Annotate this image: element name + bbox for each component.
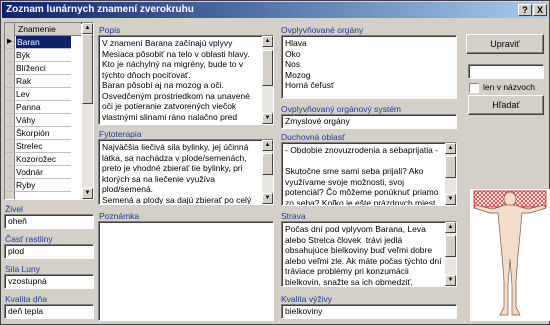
strava-scrollbar[interactable]: ▲ ▼ <box>445 222 456 286</box>
help-button[interactable]: ? <box>518 4 532 16</box>
search-input[interactable] <box>468 64 544 79</box>
scroll-thumb[interactable] <box>262 153 273 175</box>
kvalita-dna-label: Kvalita dňa <box>5 294 48 304</box>
scroll-thumb[interactable] <box>262 50 273 86</box>
popis-scrollbar[interactable]: ▲ ▼ <box>262 36 273 124</box>
popis-memo[interactable]: V znamení Barana začínajú vplyvy Mesiaca… <box>98 35 274 125</box>
strava-memo[interactable]: Počas dní pod vplyvom Barana, Leva alebo… <box>281 221 457 287</box>
grid-cell-znamenie: Blíženci <box>16 63 46 73</box>
title-bar: Zoznam lunárnych znamení zverokruhu ? X <box>2 2 548 18</box>
grid-row-3[interactable]: Rak <box>5 75 71 88</box>
duchovna-label: Duchovná oblasť <box>281 132 346 142</box>
grid-row-5[interactable]: Panna <box>5 101 71 114</box>
zivel-field[interactable]: oheň <box>4 214 94 229</box>
scroll-up-icon[interactable]: ▲ <box>262 140 273 151</box>
grid-cell-znamenie: Ryby <box>16 180 36 190</box>
grid-cell-znamenie: Rak <box>16 76 32 86</box>
duchovna-scrollbar[interactable]: ▲ ▼ <box>445 143 456 205</box>
scroll-down-icon[interactable]: ▼ <box>445 275 456 286</box>
grid-row-10[interactable]: Vodnár <box>5 166 71 179</box>
grid-cell-znamenie: Škorpión <box>16 128 50 138</box>
sila-luny-field[interactable]: vzostupná <box>4 274 94 289</box>
scroll-thumb[interactable] <box>445 156 456 178</box>
body-figure-panel <box>470 189 550 321</box>
grid-cell-znamenie: Kozorožec <box>16 154 57 164</box>
grid-cell-znamenie: Lev <box>16 89 30 99</box>
scroll-down-icon[interactable]: ▼ <box>262 193 273 204</box>
len-v-nazvoch-label[interactable]: len v názvoch <box>483 82 535 92</box>
grid-row-11[interactable]: Ryby <box>5 179 71 192</box>
grid-row-6[interactable]: Váhy <box>5 114 71 127</box>
scroll-up-icon[interactable]: ▲ <box>82 23 93 34</box>
system-field[interactable]: Zmyslové orgány <box>281 114 457 129</box>
window-title: Zoznam lunárnych znamení zverokruhu <box>6 4 194 15</box>
cast-rastliny-field[interactable]: plod <box>4 244 94 259</box>
popis-label: Popis <box>99 25 121 35</box>
fytoterapia-label: Fytoterapia <box>99 129 142 139</box>
poznamka-label: Poznámka <box>99 211 140 221</box>
strava-text: Počas dní pod vplyvom Barana, Leva alebo… <box>285 224 442 287</box>
organy-text: Hlava Oko Nos Mozog Horná čeľusť <box>285 38 335 90</box>
grid-row-0[interactable]: ▶ Baran <box>5 36 71 49</box>
scroll-up-icon[interactable]: ▲ <box>445 222 456 233</box>
grid-cell-znamenie: Baran <box>16 36 71 48</box>
organy-memo[interactable]: Hlava Oko Nos Mozog Horná čeľusť <box>281 35 457 99</box>
grid-cell-znamenie: Panna <box>16 102 41 112</box>
grid-row-1[interactable]: Býk <box>5 49 71 62</box>
kvalita-vyzivy-label: Kvalita výživy <box>281 294 333 304</box>
poznamka-text <box>99 222 273 226</box>
close-button[interactable]: X <box>533 4 547 16</box>
hladat-button[interactable]: Hľadať <box>468 95 544 115</box>
strava-label: Strava <box>281 211 306 221</box>
scroll-up-icon[interactable]: ▲ <box>262 36 273 47</box>
grid-cell-znamenie: Býk <box>16 50 31 60</box>
poznamka-memo[interactable] <box>98 221 274 321</box>
grid-scrollbar[interactable]: ▲ ▼ <box>82 23 93 199</box>
row-pointer-icon: ▶ <box>7 38 13 45</box>
fytoterapia-scrollbar[interactable]: ▲ ▼ <box>262 140 273 204</box>
grid-cell-znamenie: Váhy <box>16 115 36 125</box>
organy-label: Ovplyvňované orgány <box>281 25 364 35</box>
human-body-icon <box>473 190 547 316</box>
grid-row-4[interactable]: Lev <box>5 88 71 101</box>
grid-row-2[interactable]: Blíženci <box>5 62 71 75</box>
grid-cell-znamenie: Strelec <box>16 141 43 151</box>
grid-cell-znamenie: Vodnár <box>16 167 43 177</box>
scroll-down-icon[interactable]: ▼ <box>82 188 93 199</box>
zodiac-grid[interactable]: Znamenie ▶ Baran Býk Blíženci Rak Lev Panna Váh… <box>4 22 94 200</box>
duchovna-text: - Obdobie znovuzrodenia a sebaprijatia -… <box>285 145 439 206</box>
grid-row-9[interactable]: Kozorožec <box>5 153 71 166</box>
scroll-up-icon[interactable]: ▲ <box>445 143 456 154</box>
system-label: Ovplyvňovaný orgánový systém <box>281 104 401 114</box>
scroll-thumb[interactable] <box>82 34 93 104</box>
grid-header[interactable]: Znamenie <box>15 23 81 36</box>
duchovna-memo[interactable]: - Obdobie znovuzrodenia a sebaprijatia -… <box>281 142 457 206</box>
kvalita-dna-field[interactable]: deň tepla <box>4 304 94 319</box>
popis-text: V znamení Barana začínajú vplyvy Mesiaca… <box>102 38 250 124</box>
scroll-down-icon[interactable]: ▼ <box>262 113 273 124</box>
fytoterapia-memo[interactable]: Najväčšia liečivá sila bylinky, jej účin… <box>98 139 274 205</box>
cast-rastliny-label: Časť rastliny <box>5 234 53 244</box>
scroll-down-icon[interactable]: ▼ <box>445 194 456 205</box>
main-window: Zoznam lunárnych znamení zverokruhu ? X … <box>0 0 550 325</box>
sila-luny-label: Sila Luny <box>5 264 40 274</box>
fytoterapia-text: Najväčšia liečivá sila bylinky, jej účin… <box>102 142 252 205</box>
grid-row-8[interactable]: Strelec <box>5 140 71 153</box>
scroll-thumb[interactable] <box>445 235 456 257</box>
upravit-button[interactable]: Upraviť <box>466 34 544 54</box>
len-v-nazvoch-checkbox[interactable] <box>469 83 479 93</box>
zivel-label: Živel <box>5 204 23 214</box>
kvalita-vyzivy-field[interactable]: bielkoviny <box>281 304 457 319</box>
grid-row-7[interactable]: Škorpión <box>5 127 71 140</box>
